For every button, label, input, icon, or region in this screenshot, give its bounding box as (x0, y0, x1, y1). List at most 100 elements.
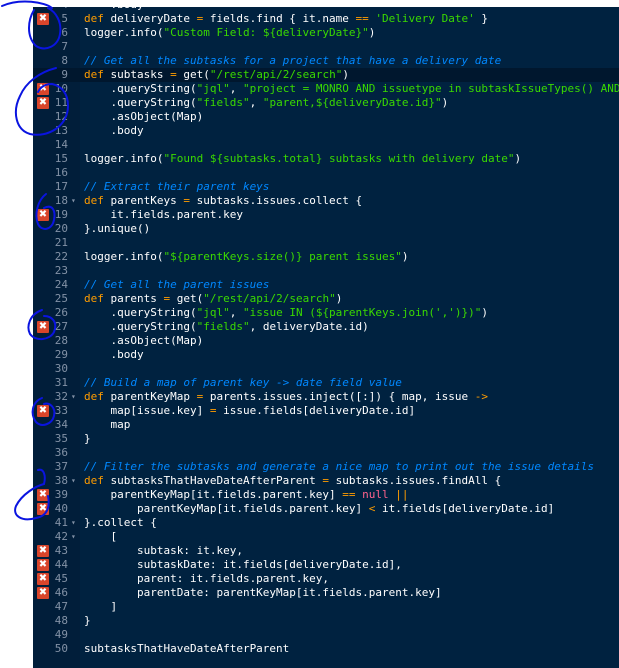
line-code: map[issue.key] = issue.fields[deliveryDa… (84, 404, 415, 418)
code-token: parents.issues.inject([:]) { map, issue (203, 390, 475, 403)
line-number: 38 (54, 474, 68, 487)
code-line[interactable]: 42 ▾ [ (33, 530, 619, 544)
code-line[interactable]: 25 def parents = get("/rest/api/2/search"… (33, 292, 619, 306)
code-token: get( (170, 292, 204, 305)
code-line[interactable]: ✖ 19 it.fields.parent.key (33, 208, 619, 222)
line-code: .queryString("fields", "parent,${deliver… (84, 96, 448, 110)
code-line[interactable]: 9 def subtasks = get("/rest/api/2/search"… (33, 68, 619, 82)
code-line[interactable]: ✖ 11 .queryString("fields", "parent,${del… (33, 96, 619, 110)
code-line[interactable]: 22 logger.info("${parentKeys.size()} pare… (33, 250, 619, 264)
line-number: 50 (54, 642, 68, 655)
code-line[interactable]: 47 ] (33, 600, 619, 614)
line-number: 35 (54, 432, 68, 445)
code-token: , (229, 82, 243, 95)
code-line[interactable]: 38 ▾ def subtasksThatHaveDateAfterParent =… (33, 474, 619, 488)
code-line[interactable]: ✖ 43 subtask: it.key, (33, 544, 619, 558)
code-line[interactable]: 34 map (33, 418, 619, 432)
line-code: // Get all the subtasks for a project th… (84, 54, 501, 68)
code-line[interactable]: 28 .asObject(Map) (33, 334, 619, 348)
line-code: } (84, 614, 91, 628)
fold-arrow-icon[interactable]: ▾ (71, 194, 76, 208)
string-token: "Found ${subtasks.total} subtasks with d… (163, 152, 515, 165)
keyword-token: def (84, 292, 104, 305)
code-line[interactable]: 29 .body (33, 348, 619, 362)
code-token: parent: it.fields.parent.key, (84, 572, 330, 585)
code-line[interactable]: 18 ▾ def parentKeys = subtasks.issues.coll… (33, 194, 619, 208)
line-code: ] (84, 600, 117, 614)
code-line[interactable]: 20 }.unique() (33, 222, 619, 236)
code-token: parentKeyMap[it.fields.parent.key] (84, 502, 369, 515)
code-line[interactable]: 41 ▾}.collect { (33, 516, 619, 530)
code-line[interactable]: ✖ 27 .queryString("fields", deliveryDate.… (33, 320, 619, 334)
line-number: 22 (54, 250, 68, 263)
fold-arrow-icon[interactable]: ▾ (71, 530, 76, 544)
code-line[interactable]: 48} (33, 614, 619, 628)
line-number: 23 (54, 264, 68, 277)
code-line[interactable]: 23 (33, 264, 619, 278)
string-token: "${parentKeys.size()} parent issues" (163, 250, 402, 263)
line-code: .body (84, 348, 144, 362)
code-line[interactable]: 31 // Build a map of parent key -> date f… (33, 376, 619, 390)
code-line[interactable]: 24 // Get all the parent issues (33, 278, 619, 292)
code-token: it.fields.parent.key (84, 208, 243, 221)
keyword-token: def (84, 194, 104, 207)
null-token: null (362, 488, 389, 501)
line-code: parentKeyMap[it.fields.parent.key] == nu… (84, 488, 408, 502)
code-token: subtasks.issues.collect { (189, 194, 363, 207)
code-line[interactable]: 12 .asObject(Map) (33, 110, 619, 124)
code-token: ) (335, 292, 343, 305)
line-number: 21 (54, 236, 68, 249)
code-line[interactable]: 30 (33, 362, 619, 376)
code-line[interactable]: ✖ 40 parentKeyMap[it.fields.parent.key] <… (33, 502, 619, 516)
line-number: 47 (54, 600, 68, 613)
line-code: def subtasks = get("/rest/api/2/search") (84, 68, 349, 82)
line-number: 20 (54, 222, 68, 235)
fold-arrow-icon[interactable]: ▾ (71, 390, 76, 404)
code-line[interactable]: 49 (33, 628, 619, 642)
code-line[interactable]: 32 ▾ def parentKeyMap = parents.issues.inj… (33, 390, 619, 404)
code-line[interactable]: 50 subtasksThatHaveDateAfterParent (33, 642, 619, 656)
string-token: "Custom Field: ${deliveryDate}" (163, 26, 369, 39)
line-code: def parentKeyMap = parents.issues.inject… (84, 390, 488, 404)
code-line[interactable]: ✖ 10 .queryString("jql", "project = MONRO… (33, 82, 619, 96)
line-number: 45 (54, 572, 68, 585)
code-line[interactable]: 15 logger.info("Found ${subtasks.total} s… (33, 152, 619, 166)
line-number: 25 (54, 292, 68, 305)
line-number: 18 (54, 194, 68, 207)
line-code: }.unique() (84, 222, 150, 236)
code-line[interactable]: 14 (33, 138, 619, 152)
fold-arrow-icon[interactable]: ▾ (71, 474, 76, 488)
code-line[interactable]: 21 (33, 236, 619, 250)
code-line[interactable]: ✖ 5 def deliveryDate = fields.find { it.na… (33, 12, 619, 26)
code-line[interactable]: 13 .body (33, 124, 619, 138)
code-token: subtaskDate: it.fields[deliveryDate.id], (84, 558, 402, 571)
code-line[interactable]: ✖ 39 parentKeyMap[it.fields.parent.key] =… (33, 488, 619, 502)
code-lines[interactable]: 4 .body✖5def deliveryDate = fields.find … (33, 7, 619, 656)
line-number: 17 (54, 180, 68, 193)
code-token: .body (84, 348, 144, 361)
code-line[interactable]: 17 // Extract their parent keys (33, 180, 619, 194)
code-line[interactable]: 7 (33, 40, 619, 54)
code-line[interactable]: 26 .queryString("jql", "issue IN (${pare… (33, 306, 619, 320)
code-line[interactable]: 35} (33, 432, 619, 446)
code-line[interactable]: ✖ 33 map[issue.key] = issue.fields[delive… (33, 404, 619, 418)
code-line[interactable]: ✖ 45 parent: it.fields.parent.key, (33, 572, 619, 586)
code-line[interactable]: 16 (33, 166, 619, 180)
code-token: subtasksThatHaveDateAfterParent (103, 474, 323, 487)
code-token: .body (84, 124, 144, 137)
code-line[interactable]: ✖ 46 parentDate: parentKeyMap[it.fields.p… (33, 586, 619, 600)
fold-arrow-icon[interactable]: ▾ (71, 516, 76, 530)
line-code: // Build a map of parent key -> date fie… (84, 376, 402, 390)
code-token: parents (103, 292, 164, 305)
code-token: } (84, 614, 91, 627)
code-line[interactable]: ✖ 44 subtaskDate: it.fields[deliveryDate.… (33, 558, 619, 572)
code-line[interactable]: 36 (33, 446, 619, 460)
code-editor[interactable]: 4 .body✖5def deliveryDate = fields.find … (33, 7, 619, 668)
line-code: parent: it.fields.parent.key, (84, 572, 329, 586)
code-token: issue.fields[deliveryDate.id] (216, 404, 416, 417)
code-token: ) (481, 306, 489, 319)
code-line[interactable]: 8 // Get all the subtasks for a project t… (33, 54, 619, 68)
code-line[interactable]: 6 logger.info("Custom Field: ${deliveryDa… (33, 26, 619, 40)
code-line[interactable]: 37 // Filter the subtasks and generate a … (33, 460, 619, 474)
line-code: // Get all the parent issues (84, 278, 269, 292)
